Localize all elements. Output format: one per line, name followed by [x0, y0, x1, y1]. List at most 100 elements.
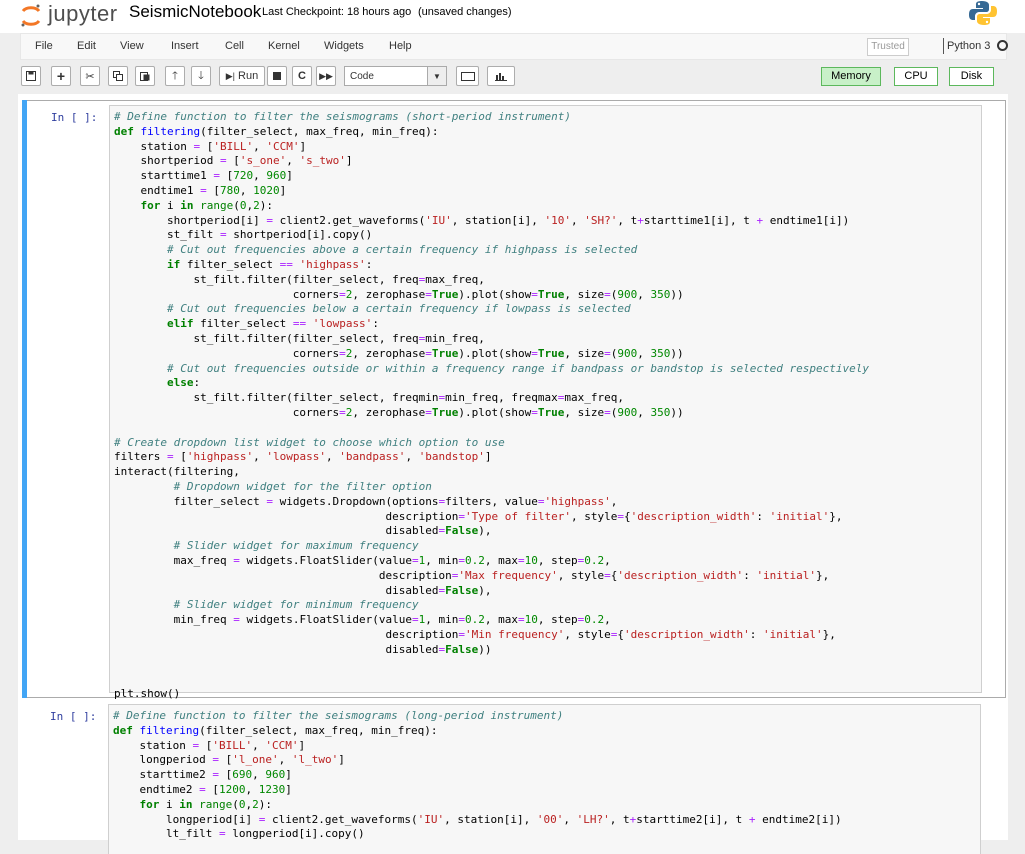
jupyter-logo[interactable]: jupyter — [20, 0, 118, 28]
code-token: st_filt.filter(filter_select, freqmin — [114, 391, 439, 405]
menu-view[interactable]: View — [120, 40, 144, 52]
code-token: starttime2[i], t — [636, 812, 749, 826]
code-line: else: — [114, 376, 869, 391]
code-line: elif filter_select == 'lowpass': — [114, 317, 869, 332]
menu-file[interactable]: File — [35, 40, 53, 52]
checkpoint-status: Last Checkpoint: 18 hours ago — [262, 6, 412, 18]
move-up-button[interactable]: 🡑 — [165, 66, 185, 86]
menu-widgets[interactable]: Widgets — [324, 40, 364, 52]
run-button[interactable]: ▶| Run — [219, 66, 265, 86]
code-token: filters, value — [445, 494, 538, 508]
code-cell[interactable]: In [ ]: # Define function to filter the … — [22, 704, 1006, 854]
code-token: endtime2 — [113, 782, 200, 796]
code-token: True — [431, 346, 459, 360]
restart-run-all-button[interactable]: ▶▶ — [316, 66, 336, 86]
disk-button[interactable]: Disk — [949, 67, 994, 86]
code-token: 350 — [650, 287, 671, 301]
code-token: = — [412, 553, 419, 567]
code-line: disabled=False)) — [114, 643, 869, 658]
code-line: def filtering(filter_select, max_freq, m… — [114, 125, 869, 140]
code-editor[interactable]: # Define function to filter the seismogr… — [108, 704, 981, 854]
code-token: [ — [218, 768, 233, 782]
code-token: )) — [478, 642, 492, 656]
code-line: shortperiod = ['s_one', 's_two'] — [114, 154, 869, 169]
cpu-button[interactable]: CPU — [894, 67, 938, 86]
selected-cell-bar — [22, 100, 27, 698]
notebook-name[interactable]: SeismicNotebook — [129, 2, 261, 22]
code-token: def — [113, 723, 133, 737]
code-token: )) — [670, 287, 684, 301]
code-token: station — [114, 139, 194, 153]
header: jupyter SeismicNotebook Last Checkpoint:… — [0, 0, 1025, 33]
move-down-button[interactable]: 🡓 — [191, 66, 211, 86]
code-token: ] — [345, 154, 353, 168]
code-token: , — [405, 450, 419, 464]
menu-insert[interactable]: Insert — [171, 40, 199, 52]
copy-button[interactable] — [108, 66, 128, 86]
code-token: = — [219, 228, 227, 242]
code-token: = — [518, 553, 525, 567]
code-token: 'CCM' — [266, 139, 300, 153]
code-token: in — [179, 797, 193, 811]
code-token: , zerophase — [352, 346, 426, 360]
code-line: interact(filtering, — [114, 465, 869, 480]
code-token: = — [518, 613, 525, 627]
save-button[interactable] — [21, 66, 41, 86]
restart-button[interactable]: C — [292, 66, 312, 86]
code-token: min_freq — [114, 613, 234, 627]
code-token: ).plot(show — [458, 346, 532, 360]
menu-help[interactable]: Help — [389, 40, 412, 52]
code-token: (filter_select, max_freq, min_freq): — [200, 124, 439, 138]
trusted-indicator[interactable]: Trusted — [867, 38, 909, 56]
code-token: disabled — [114, 524, 439, 538]
code-token: { — [623, 509, 631, 523]
code-token: = — [604, 287, 611, 301]
code-token: 'bandstop' — [418, 450, 485, 464]
code-line: disabled=False), — [114, 584, 869, 599]
code-token: = — [166, 450, 174, 464]
code-token: , — [239, 183, 254, 197]
code-editor[interactable]: # Define function to filter the seismogr… — [109, 105, 982, 700]
code-token: interact(filtering, — [114, 465, 240, 479]
menu-edit[interactable]: Edit — [77, 40, 96, 52]
code-token: plt.show() — [114, 687, 181, 701]
code-token: description — [114, 509, 459, 523]
command-palette-button[interactable] — [456, 66, 479, 86]
run-label: Run — [238, 70, 259, 82]
code-token: widgets.FloatSlider(value — [239, 553, 413, 567]
code-token: starttime2 — [113, 768, 213, 782]
code-token: for — [139, 797, 160, 811]
code-token: , — [637, 287, 651, 301]
code-token: , — [563, 812, 577, 826]
cut-button[interactable]: ✂ — [80, 66, 100, 86]
code-token: 's_one' — [239, 154, 287, 168]
chart-button[interactable] — [487, 66, 515, 86]
menu-cell[interactable]: Cell — [225, 40, 244, 52]
code-token: = — [425, 405, 432, 419]
paste-button[interactable] — [135, 66, 155, 86]
code-token: 350 — [650, 346, 671, 360]
insert-cell-button[interactable]: + — [51, 66, 71, 86]
code-token: , step — [537, 553, 578, 567]
code-token: 'initial' — [763, 627, 823, 641]
interrupt-button[interactable] — [267, 66, 287, 86]
menu-kernel[interactable]: Kernel — [268, 40, 300, 52]
toolbar: + ✂ 🡑 🡓 ▶| Run C ▶▶ Code ▼ Memory CPU Di… — [0, 60, 1025, 94]
code-cell[interactable]: In [ ]: # Define function to filter the … — [22, 100, 1006, 700]
cell-type-select[interactable]: Code ▼ — [344, 66, 447, 86]
code-line: def filtering(filter_select, max_freq, m… — [113, 724, 842, 739]
code-token: 'SH?' — [584, 213, 618, 227]
code-token: = — [458, 509, 465, 523]
code-token: : — [743, 568, 757, 582]
code-token: ] — [285, 768, 292, 782]
memory-button[interactable]: Memory — [821, 67, 881, 86]
code-token: # Define function to filter the seismogr… — [114, 110, 571, 123]
code-token: , — [325, 450, 340, 464]
code-token: # Cut out frequencies outside or within … — [166, 361, 869, 375]
code-token: max_freq — [114, 553, 234, 567]
